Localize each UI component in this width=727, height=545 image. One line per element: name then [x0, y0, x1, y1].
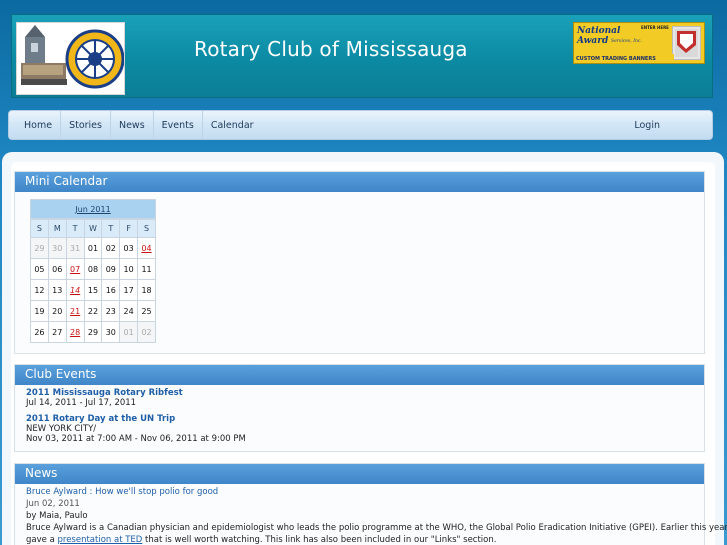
calendar-day-link[interactable]: 04 [141, 244, 151, 253]
club-events-heading: Club Events [15, 365, 704, 385]
calendar-week: 05 06 07 08 09 10 11 [30, 258, 156, 280]
weekday: S [137, 219, 156, 238]
main-nav: Home Stories News Events Calendar Login [8, 110, 713, 140]
calendar-day: 30 [101, 321, 121, 343]
calendar-day: 19 [30, 300, 49, 322]
banner-enter: ENTER HERE [641, 25, 669, 30]
mini-calendar-heading: Mini Calendar [15, 172, 704, 192]
calendar-day-event[interactable]: 07 [65, 258, 85, 280]
banner-strip: CUSTOM TRADING BANNERS [574, 54, 674, 63]
calendar-day: 30 [47, 237, 67, 259]
calendar-day: 11 [137, 258, 156, 280]
calendar-month-link[interactable]: Jun 2011 [30, 199, 156, 219]
calendar-day-event[interactable]: 21 [65, 300, 85, 322]
calendar-day: 06 [47, 258, 67, 280]
calendar-day: 29 [83, 321, 103, 343]
nav-home[interactable]: Home [9, 111, 62, 139]
calendar-day: 16 [101, 279, 121, 301]
calendar-week: 29 30 31 01 02 03 04 [30, 237, 156, 259]
event-title-link[interactable]: 2011 Rotary Day at the UN Trip [26, 414, 693, 424]
calendar-day: 15 [83, 279, 103, 301]
calendar-day: 01 [119, 321, 139, 343]
weekday: M [47, 219, 67, 238]
events-list: 2011 Mississauga Rotary Ribfest Jul 14, … [15, 385, 704, 444]
calendar-day: 10 [119, 258, 139, 280]
calendar-weekday-row: S M T W T F S [30, 219, 156, 238]
nav-login[interactable]: Login [622, 111, 712, 139]
calendar-day: 05 [30, 258, 49, 280]
nav-news[interactable]: News [111, 111, 154, 139]
calendar-week: 26 27 28 29 30 01 02 [30, 321, 156, 343]
content-inner: Mini Calendar Jun 2011 S M T W T F S 29 [11, 162, 727, 545]
banner-flag-icon [672, 26, 701, 60]
calendar-day: 08 [83, 258, 103, 280]
mini-calendar-panel: Mini Calendar Jun 2011 S M T W T F S 29 [14, 171, 705, 354]
news-list: Bruce Aylward : How we'll stop polio for… [15, 484, 727, 545]
mini-calendar: Jun 2011 S M T W T F S 29 30 31 01 02 03… [30, 199, 156, 343]
calendar-day: 26 [30, 321, 49, 343]
calendar-day-link[interactable]: 07 [70, 265, 80, 274]
weekday: T [65, 219, 85, 238]
news-body: Bruce Aylward is a Canadian physician an… [26, 523, 727, 533]
banner-small: Services, Inc. [611, 39, 642, 44]
news-body-suffix: that is well worth watching. This link h… [142, 535, 497, 545]
weekday: F [119, 219, 139, 238]
calendar-day: 09 [101, 258, 121, 280]
main-content: Mini Calendar Jun 2011 S M T W T F S 29 [2, 152, 727, 545]
calendar-day: 18 [137, 279, 156, 301]
calendar-day: 03 [119, 237, 139, 259]
calendar-day: 24 [119, 300, 139, 322]
event-when: Jul 14, 2011 - Jul 17, 2011 [26, 398, 137, 408]
calendar-day: 23 [101, 300, 121, 322]
calendar-day: 12 [30, 279, 49, 301]
news-panel: News Bruce Aylward : How we'll stop poli… [14, 463, 727, 545]
news-date: Jun 02, 2011 [26, 499, 80, 509]
site-header: Rotary Club of Mississauga National Awar… [11, 14, 713, 98]
nav-calendar[interactable]: Calendar [203, 111, 262, 139]
ted-presentation-link[interactable]: presentation at TED [57, 535, 142, 545]
calendar-day-link[interactable]: 28 [70, 328, 80, 337]
nav-events[interactable]: Events [154, 111, 203, 139]
rotary-logo[interactable] [16, 22, 125, 95]
calendar-day: 02 [137, 321, 156, 343]
event-when: Nov 03, 2011 at 7:00 AM - Nov 06, 2011 a… [26, 434, 246, 444]
calendar-day: 29 [30, 237, 49, 259]
calendar-week: 12 13 14 15 16 17 18 [30, 279, 156, 301]
weekday: S [30, 219, 49, 238]
news-body-prefix: gave a [26, 535, 58, 545]
calendar-day-event[interactable]: 28 [65, 321, 85, 343]
calendar-day-link[interactable]: 14 [70, 286, 80, 295]
calendar-day: 27 [47, 321, 67, 343]
calendar-day: 25 [137, 300, 156, 322]
calendar-day-event[interactable]: 14 [65, 279, 85, 301]
news-heading: News [15, 464, 704, 484]
site-title: Rotary Club of Mississauga [194, 37, 468, 61]
club-events-panel: Club Events 2011 Mississauga Rotary Ribf… [14, 364, 705, 452]
calendar-day-event[interactable]: 04 [137, 237, 156, 259]
banner-line2: Award [577, 36, 609, 46]
calendar-day: 17 [119, 279, 139, 301]
weekday: T [101, 219, 121, 238]
news-author: by Maia, Paulo [26, 511, 88, 521]
event-item: 2011 Rotary Day at the UN Trip NEW YORK … [26, 414, 693, 444]
event-location: NEW YORK CITY/ [26, 424, 97, 434]
news-body-continued: gave a presentation at TED that is well … [26, 534, 693, 545]
weekday: W [83, 219, 103, 238]
calendar-day: 01 [83, 237, 103, 259]
nav-stories[interactable]: Stories [61, 111, 111, 139]
calendar-day: 22 [83, 300, 103, 322]
news-title-link[interactable]: Bruce Aylward : How we'll stop polio for… [26, 487, 693, 497]
event-item: 2011 Mississauga Rotary Ribfest Jul 14, … [26, 388, 693, 408]
banner-line1: National [577, 26, 621, 36]
calendar-day: 31 [65, 237, 85, 259]
calendar-week: 19 20 21 22 23 24 25 [30, 300, 156, 322]
calendar-day-link[interactable]: 21 [70, 307, 80, 316]
calendar-day: 13 [47, 279, 67, 301]
calendar-day: 02 [101, 237, 121, 259]
calendar-day: 20 [47, 300, 67, 322]
national-award-banner[interactable]: National Award Services, Inc. ENTER HERE… [573, 22, 705, 64]
event-title-link[interactable]: 2011 Mississauga Rotary Ribfest [26, 388, 693, 398]
